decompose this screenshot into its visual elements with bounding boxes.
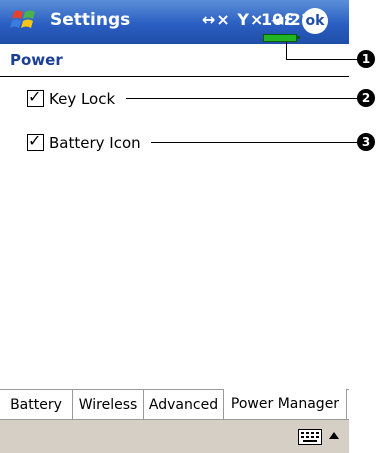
callout-1-badge: 1: [357, 50, 375, 68]
battery-icon-label[interactable]: Battery Icon: [49, 134, 141, 152]
tab-power-manager[interactable]: Power Manager: [224, 389, 347, 420]
key-lock-checkbox[interactable]: ✓: [27, 87, 44, 107]
tab-battery[interactable]: Battery: [0, 390, 73, 420]
heading-divider: [0, 76, 349, 77]
tab-wireless[interactable]: Wireless: [73, 390, 144, 420]
callout-3-leader: [151, 142, 357, 143]
page-heading: Power: [0, 44, 349, 77]
key-lock-label[interactable]: Key Lock: [49, 90, 115, 108]
ok-button[interactable]: ok: [302, 8, 328, 34]
tab-advanced[interactable]: Advanced: [144, 390, 224, 420]
app-title: Settings: [50, 10, 131, 30]
page-title: Power: [10, 51, 63, 69]
callout-3-badge: 3: [357, 133, 375, 151]
checkmark-icon: ✓: [28, 87, 42, 106]
battery-icon-checkbox[interactable]: ✓: [27, 131, 44, 151]
battery-indicator-icon: [263, 34, 297, 42]
battery-tip: [297, 36, 300, 39]
input-panel-arrow-icon[interactable]: [329, 432, 339, 439]
windows-start-icon[interactable]: [10, 6, 40, 34]
title-bar: Settings ↔× Y× ◄ℇ 10:21 ok: [0, 0, 349, 44]
callout-1-leader-vertical: [286, 42, 287, 59]
menu-bar: [0, 419, 349, 453]
tab-strip: Battery Wireless Advanced Power Manager: [0, 389, 349, 420]
callout-1-leader: [286, 59, 357, 60]
keyboard-icon[interactable]: [298, 429, 322, 445]
checkmark-icon: ✓: [28, 131, 42, 150]
callout-2-badge: 2: [357, 89, 375, 107]
callout-2-leader: [126, 98, 357, 99]
